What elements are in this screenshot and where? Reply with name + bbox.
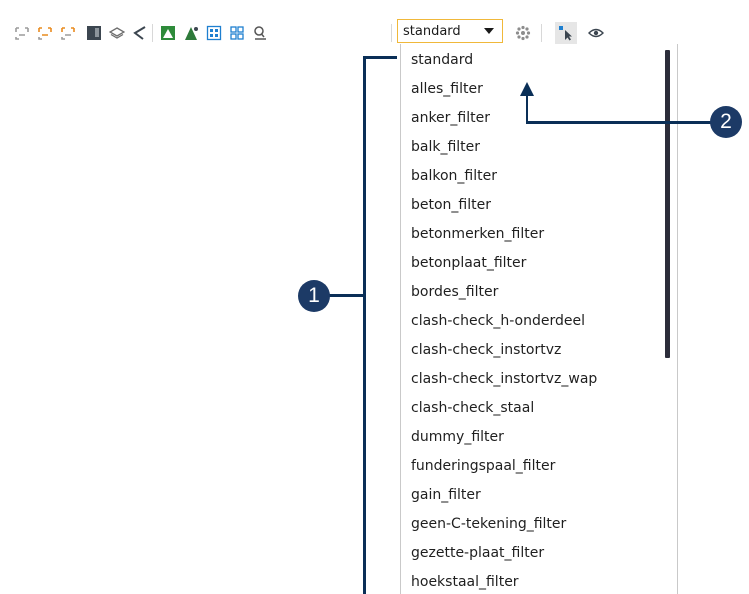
list-item[interactable]: bordes_filter (411, 278, 498, 307)
grid-select2-icon[interactable] (226, 22, 248, 44)
tree-icon[interactable] (180, 22, 202, 44)
list-item[interactable]: anker_filter (411, 104, 490, 133)
select-dim-icon[interactable] (11, 22, 33, 44)
grid-select-icon[interactable] (203, 22, 225, 44)
list-item[interactable]: betonmerken_filter (411, 220, 544, 249)
list-item[interactable]: standard (411, 46, 473, 75)
filter-settings-icon[interactable] (512, 22, 534, 44)
callout-1-connector (328, 294, 365, 297)
list-item[interactable]: beton_filter (411, 191, 491, 220)
list-item[interactable]: clash-check_h-onderdeel (411, 307, 585, 336)
list-item[interactable]: balk_filter (411, 133, 480, 162)
callout-1-line (363, 56, 366, 594)
select-orange2-icon[interactable] (57, 22, 79, 44)
magnifier-icon[interactable] (249, 22, 271, 44)
callout-2-connector (525, 121, 711, 124)
layers-icon[interactable] (106, 22, 128, 44)
list-item[interactable]: gain_filter (411, 481, 481, 510)
list-item[interactable]: alles_filter (411, 75, 483, 104)
list-item[interactable]: clash-check_staal (411, 394, 534, 423)
callout-1-line-top (363, 56, 397, 59)
select-pointer-icon[interactable] (555, 22, 577, 44)
angle-icon[interactable] (129, 22, 151, 44)
list-item[interactable]: balkon_filter (411, 162, 497, 191)
chevron-down-icon (484, 28, 494, 34)
list-item[interactable]: hoekstaal_filter (411, 568, 519, 594)
list-item[interactable]: funderingspaal_filter (411, 452, 555, 481)
eye-icon[interactable] (585, 22, 607, 44)
callout-badge-2: 2 (710, 106, 742, 138)
callout-2-line (525, 94, 528, 123)
list-item[interactable]: geen-C-tekening_filter (411, 510, 566, 539)
filter-select[interactable]: standard (397, 19, 503, 43)
filter-select-value: standard (403, 23, 461, 39)
toolbar: standard (0, 0, 749, 44)
list-item[interactable]: gezette-plaat_filter (411, 539, 544, 568)
save-view-icon[interactable] (83, 22, 105, 44)
list-item[interactable]: clash-check_instortvz (411, 336, 561, 365)
dropdown-scrollbar[interactable] (665, 50, 670, 358)
list-item[interactable]: dummy_filter (411, 423, 504, 452)
callout-badge-1: 1 (298, 280, 330, 312)
list-item[interactable]: betonplaat_filter (411, 249, 526, 278)
filter-dropdown-list[interactable]: standard alles_filter anker_filter balk_… (400, 44, 678, 594)
select-orange-icon[interactable] (34, 22, 56, 44)
list-item[interactable]: clash-check_instortvz_wap (411, 365, 597, 394)
green-square-icon[interactable] (157, 22, 179, 44)
